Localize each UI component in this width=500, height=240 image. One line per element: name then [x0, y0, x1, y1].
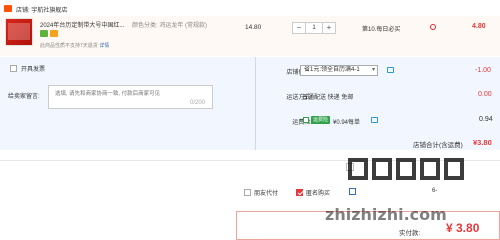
- pay-label: 实付款:: [399, 230, 421, 237]
- watermark-block: [444, 158, 464, 180]
- watermark-text: zhizhizhi.com: [325, 205, 447, 224]
- coupon-select-value: 省1元:领全自历满4-1: [304, 67, 360, 73]
- seller-message-input[interactable]: [48, 85, 213, 109]
- watermark-block: [372, 158, 392, 180]
- coupon-amount: -1.00: [475, 67, 491, 74]
- coupon-chat-icon[interactable]: [387, 67, 394, 73]
- watermark-block: [396, 158, 416, 180]
- anonymous-checkbox[interactable]: [296, 189, 303, 196]
- insurance-value: ¥0.94每单: [333, 120, 361, 126]
- product-spec: 颜色分类: 鸿运龙年 (常规款): [132, 23, 207, 29]
- message-label: 给卖家留言:: [8, 94, 40, 100]
- decrease-button[interactable]: −: [293, 23, 305, 33]
- promo-note: 第10.每日必买: [362, 27, 401, 33]
- store-total-value: ¥3.80: [473, 138, 492, 147]
- right-option-label: 6-: [432, 188, 438, 194]
- thumbnail-highlight: [8, 23, 30, 40]
- service-badge-icon: [50, 30, 58, 37]
- insurance-tag: 运费险: [311, 116, 331, 124]
- pay-amount: ¥ 3.80: [446, 221, 480, 235]
- option-checkbox[interactable]: [349, 188, 356, 195]
- unit-price: 14.80: [245, 24, 262, 31]
- increase-button[interactable]: +: [323, 23, 335, 33]
- line-total: 4.80: [472, 23, 486, 30]
- options-divider: [255, 57, 256, 150]
- promo-info-icon[interactable]: [430, 24, 436, 30]
- anonymous-label: 匿名购买: [306, 191, 331, 197]
- no-return-note: 此商品性质不支持7天退货 详情: [40, 42, 109, 49]
- shipping-value: 普通配送 快递 免邮: [302, 95, 354, 101]
- insurance-checkbox[interactable]: [303, 117, 309, 123]
- message-char-count: 0/200: [190, 100, 206, 106]
- anonymous-option[interactable]: 匿名购买: [296, 188, 330, 197]
- quantity-input[interactable]: 1: [305, 23, 323, 33]
- watermark-block: [420, 158, 440, 180]
- invoice-label: 开具发票: [21, 67, 46, 73]
- shipping-amount: 0.00: [478, 91, 492, 98]
- coupon-select[interactable]: 省1元:领全自历满4-1 ▾: [300, 65, 378, 76]
- invoice-option[interactable]: 开具发票: [10, 64, 45, 73]
- friend-pay-checkbox[interactable]: [244, 189, 251, 196]
- chevron-down-icon: ▾: [371, 67, 375, 73]
- store-header: [0, 0, 500, 16]
- store-name[interactable]: 店铺: 宇航社旗舰店: [16, 5, 67, 14]
- guarantee-badge-icon: [40, 30, 48, 37]
- friend-pay-label: 朋友代付: [254, 191, 279, 197]
- store-icon: [4, 5, 12, 12]
- quantity-stepper: − 1 +: [292, 22, 336, 34]
- store-total-label: 店铺合计(含运费): [413, 142, 463, 149]
- insurance-info-icon[interactable]: [371, 117, 378, 123]
- no-return-text: 此商品性质不支持7天退货: [40, 43, 98, 49]
- details-link[interactable]: 详情: [99, 43, 109, 49]
- insurance-amount: 0.94: [479, 116, 493, 123]
- watermark-block: [348, 158, 368, 180]
- friend-pay-option[interactable]: 朋友代付: [244, 188, 278, 197]
- invoice-checkbox[interactable]: [10, 65, 17, 72]
- watermark-logo: [348, 158, 464, 180]
